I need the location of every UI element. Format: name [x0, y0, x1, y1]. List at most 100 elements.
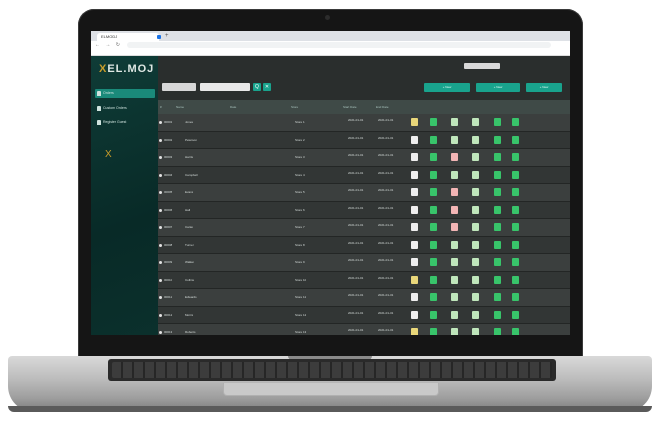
status-toggle[interactable] [512, 240, 519, 249]
status-toggle[interactable] [512, 118, 519, 126]
status-toggle[interactable] [512, 205, 519, 214]
status-toggle[interactable] [472, 118, 479, 126]
table-row[interactable]: 00003 Harris Store 3 2021-01-01 2021-01-31 [158, 149, 570, 167]
clear-button[interactable]: ✕ [263, 83, 271, 91]
status-toggle[interactable] [411, 240, 418, 249]
status-toggle[interactable] [411, 118, 418, 126]
status-toggle[interactable] [430, 293, 437, 301]
status-toggle[interactable] [494, 258, 501, 266]
status-toggle[interactable] [512, 310, 519, 319]
status-toggle[interactable] [430, 258, 437, 266]
column-header[interactable]: # [160, 100, 162, 114]
action-button-2[interactable]: + New [476, 83, 520, 92]
status-toggle[interactable] [472, 328, 479, 335]
column-header[interactable]: Store [291, 100, 298, 114]
status-toggle[interactable] [451, 293, 458, 301]
filter-input[interactable] [200, 83, 250, 91]
status-toggle[interactable] [451, 328, 458, 335]
status-toggle[interactable] [451, 310, 458, 319]
status-toggle[interactable] [512, 328, 519, 335]
table-row[interactable]: 00007 Carter Store 7 2021-01-01 2021-01-31 [158, 219, 570, 237]
status-toggle[interactable] [472, 293, 479, 301]
status-toggle[interactable] [430, 223, 437, 231]
status-toggle[interactable] [411, 170, 418, 179]
status-toggle[interactable] [411, 135, 418, 144]
status-toggle[interactable] [472, 240, 479, 249]
status-toggle[interactable] [451, 118, 458, 126]
status-toggle[interactable] [411, 205, 418, 214]
nav-buttons[interactable]: ← → ↻ [95, 42, 122, 48]
status-toggle[interactable] [494, 118, 501, 126]
status-toggle[interactable] [494, 188, 501, 196]
table-row[interactable]: 00001 Jones Store 1 2021-01-01 2021-01-31 [158, 114, 570, 132]
sidebar-item-custom-orders[interactable]: Custom Orders [95, 104, 155, 113]
column-header[interactable]: Name [176, 100, 184, 114]
table-row[interactable]: 00013 Roberts Store 13 2021-01-01 2021-01-31 [158, 324, 570, 335]
status-toggle[interactable] [411, 258, 418, 266]
status-toggle[interactable] [451, 275, 458, 284]
status-toggle[interactable] [472, 258, 479, 266]
status-toggle[interactable] [494, 135, 501, 144]
table-row[interactable]: 00008 Turner Store 8 2021-01-01 2021-01-31 [158, 236, 570, 254]
column-header[interactable]: End Date [376, 100, 389, 114]
status-toggle[interactable] [512, 258, 519, 266]
status-toggle[interactable] [451, 223, 458, 231]
search-button[interactable]: Q [253, 83, 261, 91]
status-toggle[interactable] [494, 275, 501, 284]
sidebar-item-register-guest[interactable]: Register Guest [95, 118, 155, 127]
status-toggle[interactable] [472, 170, 479, 179]
column-header[interactable]: Start Date [343, 100, 357, 114]
status-toggle[interactable] [472, 135, 479, 144]
status-toggle[interactable] [472, 205, 479, 214]
sidebar-item-orders[interactable]: Orders [95, 89, 155, 98]
status-toggle[interactable] [494, 223, 501, 231]
status-toggle[interactable] [430, 240, 437, 249]
status-toggle[interactable] [512, 188, 519, 196]
new-tab-button[interactable]: + [165, 33, 169, 40]
status-toggle[interactable] [430, 328, 437, 335]
status-toggle[interactable] [494, 293, 501, 301]
status-toggle[interactable] [430, 135, 437, 144]
table-row[interactable]: 00004 Campbell Store 4 2021-01-01 2021-01-31 [158, 166, 570, 184]
table-row[interactable]: 00005 Evans Store 5 2021-01-01 2021-01-31 [158, 184, 570, 202]
status-toggle[interactable] [451, 205, 458, 214]
status-toggle[interactable] [430, 170, 437, 179]
status-toggle[interactable] [512, 293, 519, 301]
status-toggle[interactable] [430, 188, 437, 196]
status-toggle[interactable] [512, 170, 519, 179]
status-toggle[interactable] [451, 188, 458, 196]
status-toggle[interactable] [472, 223, 479, 231]
table-row[interactable]: 00009 Walker Store 9 2021-01-01 2021-01-31 [158, 254, 570, 272]
status-toggle[interactable] [411, 328, 418, 335]
status-toggle[interactable] [494, 205, 501, 214]
action-button-3[interactable]: + New [526, 83, 562, 92]
status-toggle[interactable] [451, 258, 458, 266]
status-toggle[interactable] [451, 240, 458, 249]
status-toggle[interactable] [411, 153, 418, 161]
status-toggle[interactable] [494, 310, 501, 319]
status-toggle[interactable] [494, 328, 501, 335]
status-toggle[interactable] [430, 275, 437, 284]
status-toggle[interactable] [472, 153, 479, 161]
status-toggle[interactable] [512, 275, 519, 284]
status-toggle[interactable] [411, 223, 418, 231]
status-toggle[interactable] [451, 170, 458, 179]
app-logo[interactable]: XEL.MOJ [99, 63, 154, 75]
table-row[interactable]: 00012 Morris Store 12 2021-01-01 2021-01-31 [158, 306, 570, 324]
status-toggle[interactable] [411, 188, 418, 196]
status-toggle[interactable] [472, 188, 479, 196]
status-toggle[interactable] [472, 275, 479, 284]
status-toggle[interactable] [494, 153, 501, 161]
url-input[interactable] [127, 42, 551, 48]
status-toggle[interactable] [451, 135, 458, 144]
status-toggle[interactable] [512, 223, 519, 231]
status-toggle[interactable] [494, 240, 501, 249]
status-toggle[interactable] [411, 275, 418, 284]
status-toggle[interactable] [430, 153, 437, 161]
status-toggle[interactable] [430, 310, 437, 319]
status-toggle[interactable] [430, 205, 437, 214]
status-toggle[interactable] [451, 153, 458, 161]
column-header[interactable]: Date [230, 100, 236, 114]
table-row[interactable]: 00002 Peterson Store 2 2021-01-01 2021-01-31 [158, 131, 570, 149]
status-toggle[interactable] [430, 118, 437, 126]
